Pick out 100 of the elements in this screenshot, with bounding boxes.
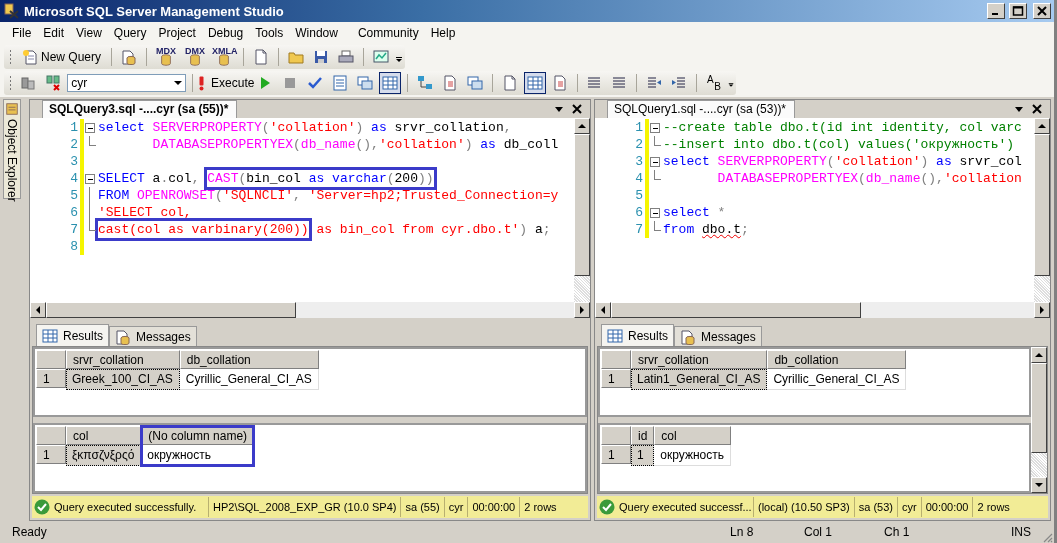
result-tab[interactable]: Messages: [109, 326, 197, 346]
status-message: Ready: [12, 525, 47, 539]
column-header[interactable]: db_collation: [767, 350, 907, 369]
status-field: 2 rows: [519, 497, 561, 517]
query-type-button[interactable]: DMX: [182, 46, 209, 68]
menu-item[interactable]: Edit: [37, 26, 71, 40]
column-header[interactable]: srvr_collation: [631, 350, 768, 369]
table-cell[interactable]: Latin1_General_CI_AS: [631, 369, 768, 390]
left-arrow-icon[interactable]: [599, 306, 607, 314]
menu-item[interactable]: Community: [351, 26, 425, 40]
horizontal-scrollbar[interactable]: [30, 302, 590, 318]
document-tab[interactable]: SQLQuery3.sql -....cyr (sa (55))*: [42, 100, 238, 118]
column-header[interactable]: (No column name): [141, 426, 255, 445]
result-tab[interactable]: Messages: [674, 326, 762, 346]
menu-item[interactable]: Debug: [201, 26, 250, 40]
table-icon[interactable]: [523, 72, 546, 94]
row-header[interactable]: 1: [601, 369, 631, 388]
status-message: Query executed successf...: [619, 501, 752, 513]
vertical-scrollbar[interactable]: [574, 118, 590, 302]
left-arrow-icon[interactable]: [34, 306, 42, 314]
scroll-thumb[interactable]: [1031, 363, 1047, 453]
table-cell[interactable]: Cyrillic_General_CI_AS: [179, 369, 319, 390]
right-arrow-icon[interactable]: [578, 306, 586, 314]
table-cell[interactable]: 1: [631, 445, 655, 466]
column-header[interactable]: col: [66, 426, 142, 445]
down-arrow-icon[interactable]: [1035, 481, 1043, 489]
code-token: *: [717, 204, 726, 221]
row-header[interactable]: 1: [601, 445, 631, 464]
menu-item[interactable]: Query: [107, 26, 153, 40]
dropdown-icon[interactable]: [1014, 104, 1024, 114]
table-cell[interactable]: Cyrillic_General_CI_AS: [767, 369, 907, 390]
app-icon: [4, 3, 20, 19]
column-header[interactable]: srvr_collation: [66, 350, 180, 369]
code-token: ;: [542, 221, 551, 238]
line-number: 8: [69, 238, 78, 255]
row-header[interactable]: 1: [36, 369, 66, 388]
code-editor[interactable]: [30, 118, 590, 302]
up-arrow-icon[interactable]: [1035, 351, 1043, 359]
menu-item[interactable]: Window: [289, 26, 344, 40]
right-arrow-icon[interactable]: [1038, 306, 1046, 314]
close-icon[interactable]: [572, 104, 582, 114]
vertical-scrollbar[interactable]: [1034, 118, 1050, 302]
letters-button[interactable]: A B: [702, 72, 725, 94]
scroll-thumb[interactable]: [46, 302, 296, 318]
database-dropdown[interactable]: cyr: [67, 74, 186, 92]
query-type-button[interactable]: XMLA: [211, 46, 238, 68]
menu-item[interactable]: Project: [152, 26, 202, 40]
column-header[interactable]: id: [631, 426, 655, 445]
code-token: .: [160, 170, 169, 187]
column-header[interactable]: col: [654, 426, 732, 445]
column-header[interactable]: db_collation: [179, 350, 319, 369]
up-arrow-icon[interactable]: [578, 122, 586, 130]
execute-button[interactable]: Execute: [198, 72, 252, 94]
code-token: OPENROWSET: [137, 187, 216, 204]
new-query-button[interactable]: New Query: [18, 46, 106, 68]
document-tab[interactable]: SQLQuery1.sql -....cyr (sa (53))*: [607, 100, 796, 118]
toolbar-grip[interactable]: [9, 49, 12, 65]
code-token: srvr_collation: [393, 119, 504, 136]
menu-item[interactable]: View: [70, 26, 108, 40]
scroll-thumb[interactable]: [1034, 134, 1050, 276]
menu-item[interactable]: File: [6, 26, 38, 40]
code-editor[interactable]: [595, 118, 1050, 302]
toolbar-grip[interactable]: [9, 75, 12, 91]
corner-header: [36, 350, 66, 369]
result-tab[interactable]: Results: [601, 324, 674, 346]
up-arrow-icon[interactable]: [1038, 122, 1046, 130]
collapse-icon[interactable]: [85, 174, 95, 184]
code-token: ,: [293, 187, 302, 204]
code-token: SERVERPROPERTY: [717, 153, 827, 170]
collapse-icon[interactable]: [650, 208, 660, 218]
table-cell[interactable]: Greek_100_CI_AS: [66, 369, 180, 390]
table-cell[interactable]: ξκπσζνξρςό: [66, 445, 142, 466]
code-token: (: [215, 187, 223, 204]
collapse-icon[interactable]: [650, 157, 660, 167]
maximize-icon[interactable]: [1009, 3, 1027, 19]
close-icon[interactable]: [1032, 104, 1042, 114]
vertical-scrollbar[interactable]: [1031, 347, 1047, 493]
line-number: 2: [634, 136, 643, 153]
scroll-thumb[interactable]: [611, 302, 861, 318]
code-token: (: [261, 119, 270, 136]
code-token: select: [663, 153, 711, 170]
collapse-icon[interactable]: [85, 123, 95, 133]
menu-item[interactable]: Tools: [249, 26, 290, 40]
code-token: ): [519, 221, 528, 238]
status-field: HP2\SQL_2008_EXP_GR (10.0 SP4): [208, 497, 401, 517]
table-cell[interactable]: окружность: [141, 445, 255, 466]
status-field: Col 1: [804, 525, 884, 539]
table-cell[interactable]: окружность: [654, 445, 732, 466]
scroll-thumb[interactable]: [574, 134, 590, 276]
query-type-button[interactable]: MDX: [153, 46, 180, 68]
minimize-icon[interactable]: [987, 3, 1005, 19]
menu-item[interactable]: Help: [424, 26, 462, 40]
collapse-icon[interactable]: [650, 123, 660, 133]
horizontal-scrollbar[interactable]: [595, 302, 1050, 318]
resize-grip-icon[interactable]: [1041, 531, 1053, 543]
line-number: 3: [69, 153, 78, 170]
row-header[interactable]: 1: [36, 445, 66, 464]
result-tab[interactable]: Results: [36, 324, 109, 346]
dropdown-icon[interactable]: [554, 104, 564, 114]
grid-output-icon[interactable]: [379, 72, 402, 94]
